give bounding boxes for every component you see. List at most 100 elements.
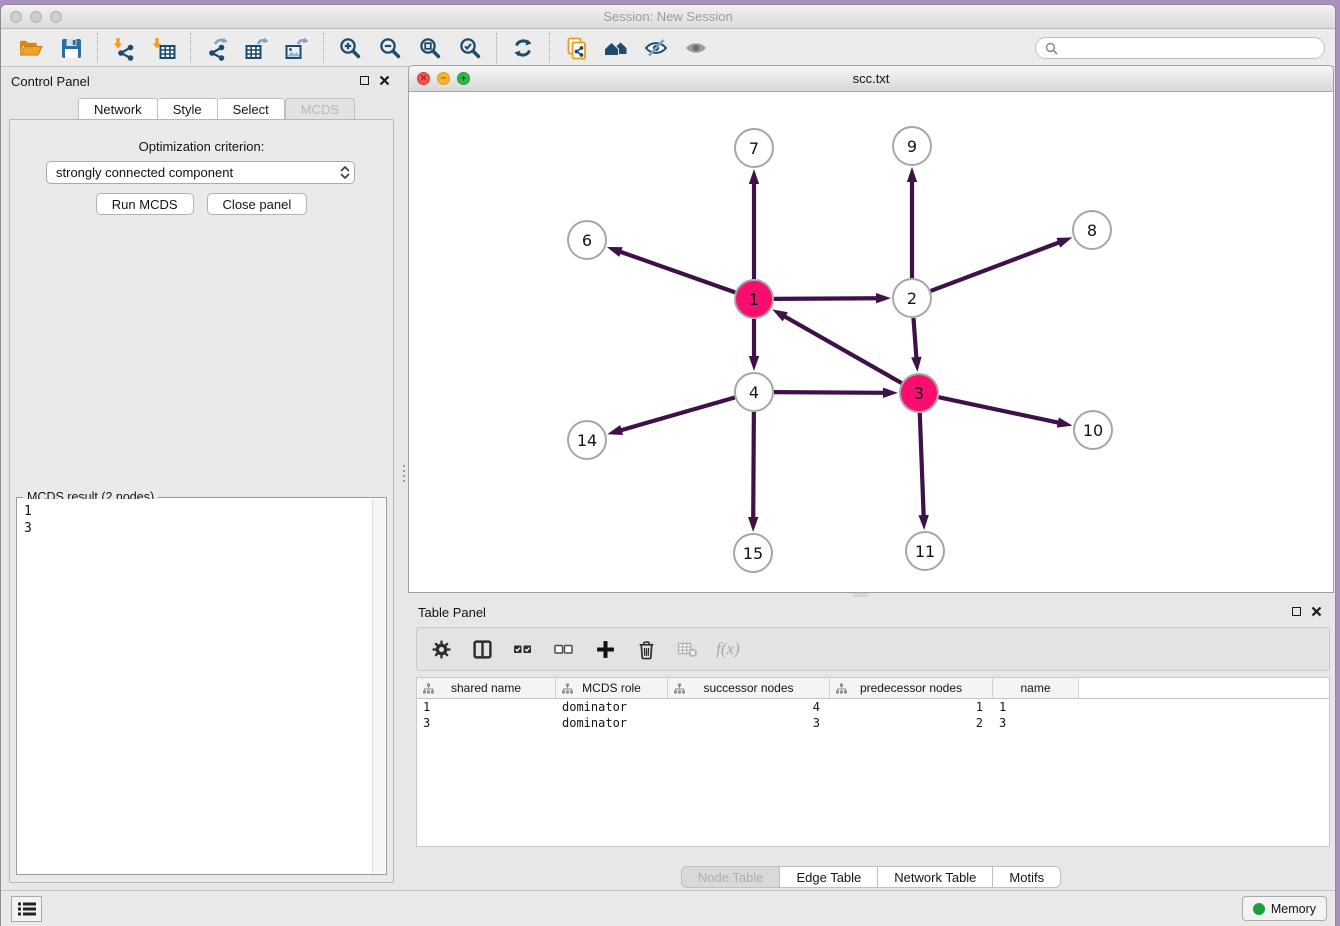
network-canvas[interactable]: 7 9 6 8 1 2 4 3 14 10 15 11 (409, 92, 1334, 592)
tab-network-table[interactable]: Network Table (878, 866, 993, 888)
zoom-fit-button[interactable] (410, 32, 450, 64)
column-header-successor-nodes[interactable]: successor nodes (668, 678, 830, 698)
apply-function-button[interactable]: f(x) (716, 637, 740, 661)
graph-edge-4-14[interactable] (607, 398, 735, 436)
graph-edge-1-2[interactable] (774, 293, 891, 303)
graph-node-4[interactable]: 4 (735, 373, 773, 411)
refresh-view-button[interactable] (503, 32, 543, 64)
export-table-button[interactable] (237, 32, 277, 64)
close-network-button[interactable]: ✕ (417, 72, 430, 85)
table-cell[interactable]: dominator (556, 699, 668, 715)
graph-node-11[interactable]: 11 (906, 532, 944, 570)
graph-node-1[interactable]: 1 (735, 280, 773, 318)
export-image-button[interactable] (277, 32, 317, 64)
delete-rows-button[interactable] (634, 637, 658, 661)
refresh-icon (511, 36, 535, 60)
sort-hierarchy-icon (674, 683, 685, 694)
graph-edge-4-15[interactable] (748, 412, 758, 532)
graph-edge-1-7[interactable] (749, 169, 759, 279)
tab-network[interactable]: Network (78, 98, 158, 119)
hide-selected-button[interactable] (636, 32, 676, 64)
network-window-titlebar[interactable]: ✕ − + scc.txt (409, 66, 1333, 92)
close-panel-icon[interactable] (379, 75, 390, 86)
zoom-in-button[interactable] (330, 32, 370, 64)
export-network-button[interactable] (197, 32, 237, 64)
deselect-all-rows-button[interactable] (552, 637, 576, 661)
show-columns-button[interactable] (470, 637, 494, 661)
import-network-button[interactable] (104, 32, 144, 64)
table-settings-button[interactable] (429, 637, 453, 661)
minimize-network-button[interactable]: − (437, 72, 450, 85)
graph-node-8[interactable]: 8 (1073, 211, 1111, 249)
mcds-result-list[interactable]: 13 (18, 499, 372, 873)
graph-node-2[interactable]: 2 (893, 279, 931, 317)
float-panel-icon[interactable] (360, 76, 369, 85)
tab-node-table[interactable]: Node Table (681, 866, 781, 888)
show-all-button[interactable] (676, 32, 716, 64)
horizontal-splitter-handle[interactable] (853, 593, 869, 597)
search-box[interactable] (1035, 37, 1325, 59)
graph-node-14[interactable]: 14 (568, 421, 606, 459)
eye-slash-icon (644, 36, 668, 60)
close-panel-icon[interactable] (1311, 606, 1322, 617)
result-scrollbar[interactable] (372, 499, 385, 873)
graph-edge-4-3[interactable] (774, 388, 898, 398)
table-cell[interactable]: 1 (993, 699, 1079, 715)
column-header-predecessor-nodes[interactable]: predecessor nodes (830, 678, 993, 698)
add-row-button[interactable] (593, 637, 617, 661)
maximize-network-button[interactable]: + (457, 72, 470, 85)
tab-select[interactable]: Select (218, 98, 285, 119)
table-cell[interactable]: 3 (993, 715, 1079, 731)
mcds-result-item[interactable]: 3 (24, 520, 366, 537)
vertical-splitter-handle[interactable] (402, 465, 406, 482)
zoom-out-button[interactable] (370, 32, 410, 64)
mcds-result-item[interactable]: 1 (24, 503, 366, 520)
tab-style[interactable]: Style (158, 98, 218, 119)
select-all-rows-button[interactable] (511, 637, 535, 661)
column-header-MCDS-role[interactable]: MCDS role (556, 678, 668, 698)
table-row[interactable]: 3dominator323 (417, 715, 1329, 731)
column-header-shared-name[interactable]: shared name (417, 678, 556, 698)
graph-node-6[interactable]: 6 (568, 221, 606, 259)
graph-node-10[interactable]: 10 (1074, 411, 1112, 449)
delete-table-button[interactable] (675, 637, 699, 661)
table-cell[interactable]: 2 (830, 715, 993, 731)
graph-edge-3-1[interactable] (772, 309, 901, 383)
tab-mcds[interactable]: MCDS (285, 98, 355, 119)
table-cell[interactable]: dominator (556, 715, 668, 731)
import-table-button[interactable] (144, 32, 184, 64)
zoom-selected-button[interactable] (450, 32, 490, 64)
table-cell[interactable]: 3 (417, 715, 556, 731)
task-history-button[interactable] (11, 896, 42, 922)
table-cell[interactable]: 1 (417, 699, 556, 715)
graph-edge-1-6[interactable] (607, 247, 735, 292)
graph-node-7[interactable]: 7 (735, 129, 773, 167)
graph-node-15[interactable]: 15 (734, 534, 772, 572)
table-cell[interactable]: 4 (668, 699, 830, 715)
table-cell[interactable]: 1 (830, 699, 993, 715)
graph-edge-3-11[interactable] (918, 413, 928, 530)
tab-edge-table[interactable]: Edge Table (780, 866, 878, 888)
column-header-name[interactable]: name (993, 678, 1079, 698)
table-cell[interactable]: 3 (668, 715, 830, 731)
graph-edge-2-9[interactable] (907, 167, 917, 278)
close-panel-button[interactable]: Close panel (207, 193, 308, 215)
graph-node-9[interactable]: 9 (893, 127, 931, 165)
graph-edge-2-3[interactable] (911, 318, 921, 372)
save-session-button[interactable] (51, 32, 91, 64)
run-mcds-button[interactable]: Run MCDS (96, 193, 194, 215)
memory-button[interactable]: Memory (1242, 896, 1327, 921)
search-input[interactable] (1063, 40, 1315, 56)
open-session-button[interactable] (11, 32, 51, 64)
plus-icon (595, 639, 616, 660)
graph-edge-3-10[interactable] (939, 397, 1073, 427)
float-panel-icon[interactable] (1292, 607, 1301, 616)
optimization-criterion-select[interactable]: strongly connected component (46, 161, 355, 184)
tab-motifs[interactable]: Motifs (993, 866, 1061, 888)
graph-edge-1-4[interactable] (749, 319, 759, 371)
graph-node-3[interactable]: 3 (900, 374, 938, 412)
clone-network-button[interactable] (556, 32, 596, 64)
graph-edge-2-8[interactable] (931, 237, 1073, 291)
table-row[interactable]: 1dominator411 (417, 699, 1329, 715)
first-neighbors-button[interactable] (596, 32, 636, 64)
